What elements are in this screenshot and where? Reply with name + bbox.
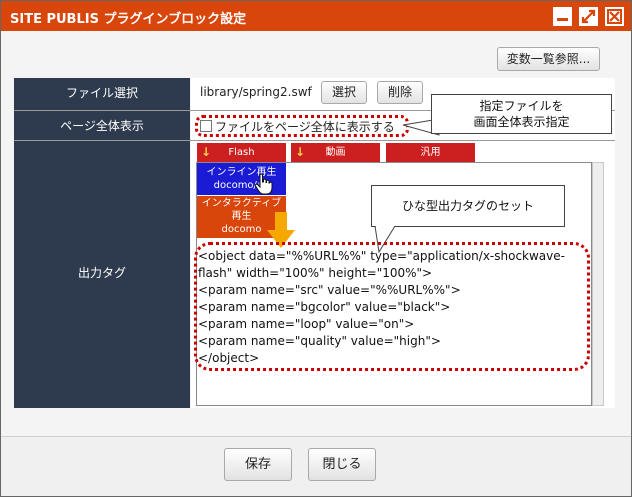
- callout-line: 指定ファイルを: [479, 99, 564, 113]
- fullscreen-callout: 指定ファイルを 画面全体表示指定: [431, 94, 612, 134]
- dialog-window: SITE PUBLIS プラグインブロック設定 変数一覧参照... ファイル選択…: [0, 0, 632, 497]
- tab-label: 汎用: [420, 147, 441, 158]
- template-callout: ひな型出力タグのセット: [371, 185, 565, 227]
- tab-general[interactable]: 汎用: [386, 143, 475, 162]
- save-button[interactable]: 保存: [224, 448, 292, 481]
- code-highlight: [194, 242, 590, 371]
- hand-cursor-icon: [254, 173, 273, 195]
- fullscreen-label: ページ全体表示: [60, 119, 144, 133]
- close-button[interactable]: 閉じる: [308, 448, 376, 481]
- title-bar[interactable]: SITE PUBLIS プラグインブロック設定: [1, 1, 631, 31]
- close-icon[interactable]: [605, 7, 624, 26]
- template-line: インタラクティブ: [201, 198, 282, 209]
- tab-video[interactable]: ↓ 動画: [291, 143, 380, 162]
- arrow-down-icon: ↓: [201, 145, 212, 159]
- tab-label: Flash: [228, 147, 255, 158]
- row-divider: [14, 140, 615, 141]
- fullscreen-checkbox-label[interactable]: ファイルをページ全体に表示する: [215, 118, 395, 135]
- minimize-icon[interactable]: [553, 7, 572, 26]
- tab-flash[interactable]: ↓ Flash: [197, 143, 286, 162]
- delete-file-button[interactable]: 削除: [377, 81, 423, 104]
- fullscreen-checkbox[interactable]: [200, 120, 212, 132]
- file-select-label: ファイル選択: [65, 86, 138, 100]
- output-tag-label: 出力タグ: [77, 266, 126, 280]
- callout-line: 画面全体表示指定: [473, 115, 570, 129]
- variables-button[interactable]: 変数一覧参照...: [497, 47, 600, 71]
- select-file-button[interactable]: 選択: [321, 81, 367, 104]
- maximize-icon[interactable]: [579, 7, 598, 26]
- window-title: SITE PUBLIS プラグインブロック設定: [10, 12, 247, 27]
- arrow-down-icon: ↓: [295, 145, 306, 159]
- editor-scrollbar[interactable]: [592, 162, 604, 406]
- tab-label: 動画: [325, 147, 346, 158]
- file-path: library/spring2.swf: [200, 85, 312, 99]
